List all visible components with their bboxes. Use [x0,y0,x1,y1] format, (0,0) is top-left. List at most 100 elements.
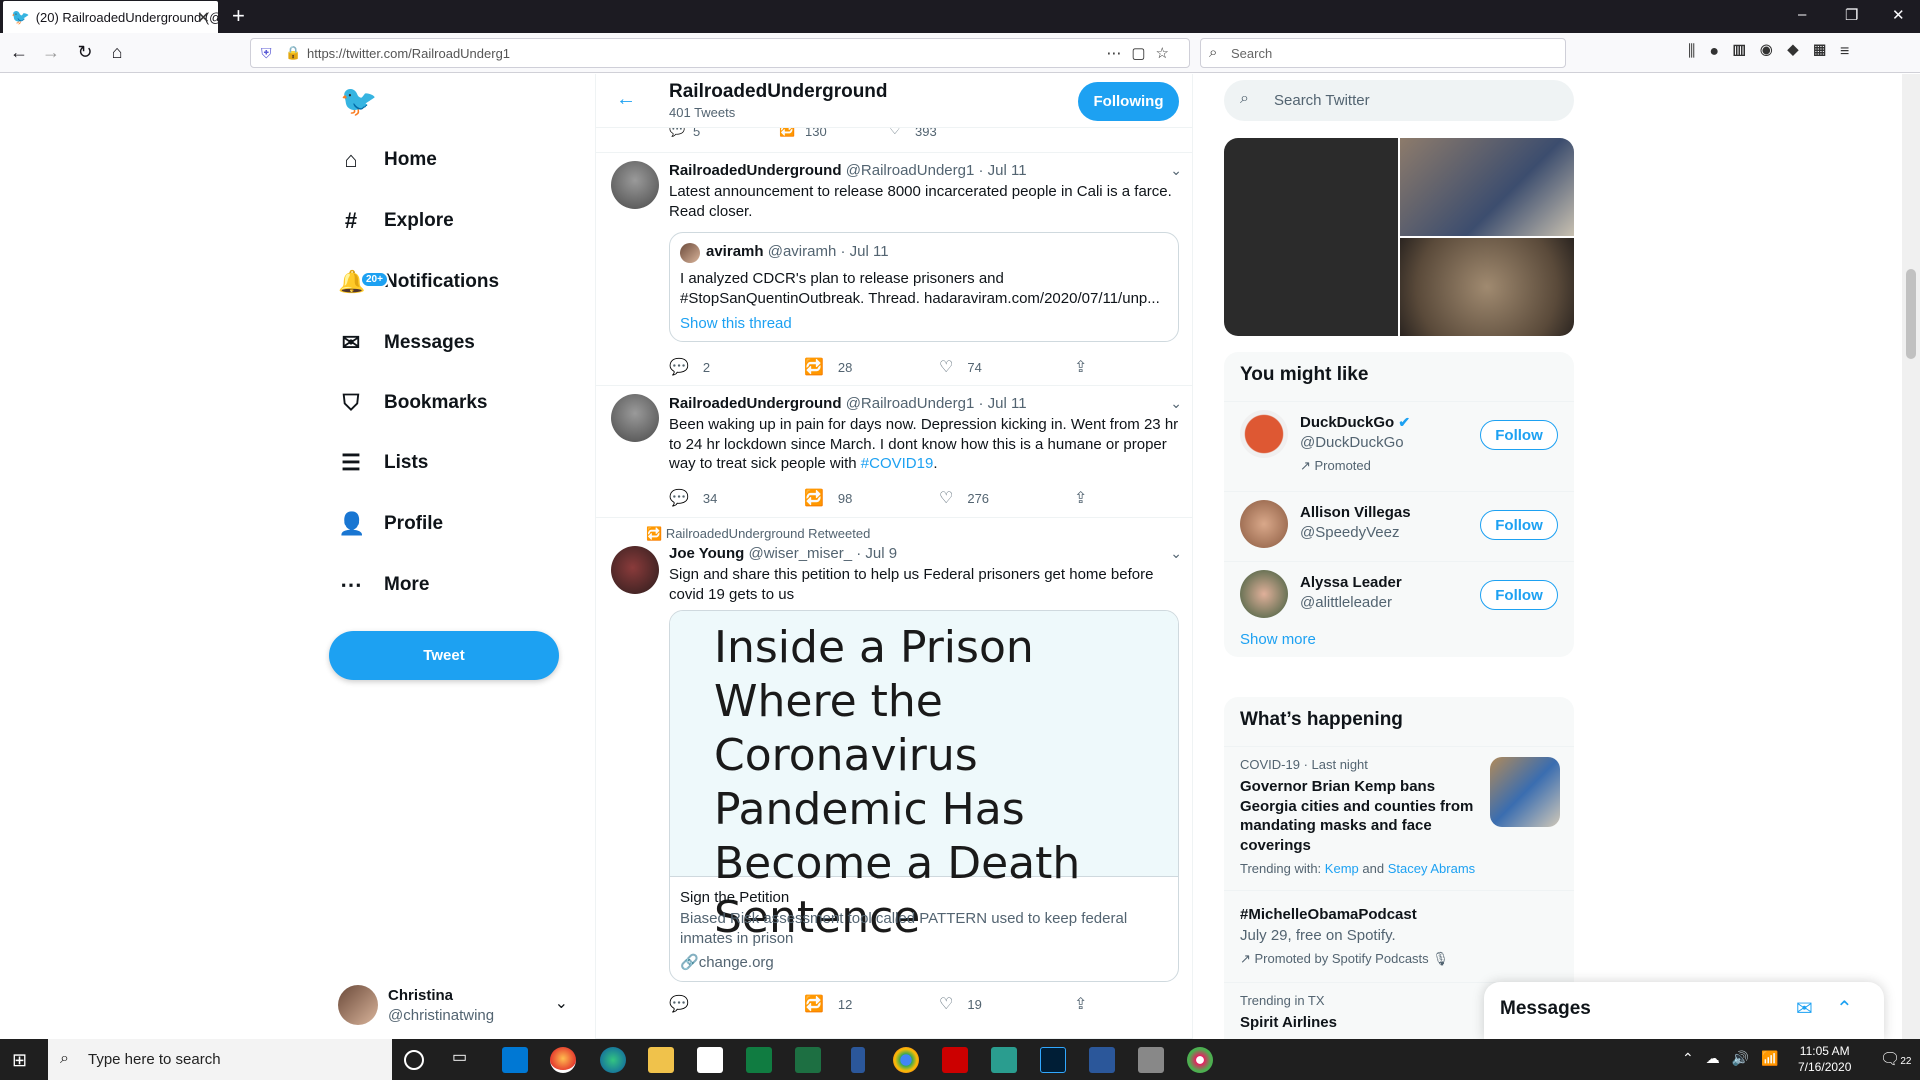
app-icon[interactable] [991,1047,1017,1073]
home-browser-icon[interactable]: ⌂ [106,42,128,63]
nav-messages[interactable]: ✉ Messages [338,319,475,367]
trend-item[interactable]: #MichelleObamaPodcast July 29, free on S… [1224,890,1574,982]
system-tray-icons[interactable]: ⌃☁🔊📶 [1682,1050,1791,1067]
chevron-down-icon[interactable]: ⌄ [1170,545,1182,562]
avatar[interactable] [611,394,659,442]
account-switcher[interactable]: Christina @christinatwing ⌄ [338,979,578,1029]
share-button[interactable]: ⇪ [1074,357,1101,377]
share-button[interactable]: ⇪ [1074,994,1101,1014]
media-thumbnail[interactable] [1224,138,1398,336]
publisher-icon[interactable] [746,1047,772,1073]
reply-button[interactable]: 💬 34 [669,488,717,508]
tweet-date[interactable]: · Jul 11 [979,162,1027,179]
lock-icon[interactable]: 🔒 [285,45,301,61]
suggestion-item[interactable]: Alyssa Leader @alittleleader Follow [1224,561,1574,631]
suggestion-item[interactable]: Allison Villegas @SpeedyVeez Follow [1224,491,1574,561]
url-bar[interactable]: ⛨ 🔒 https://twitter.com/RailroadUnderg1 … [250,38,1190,68]
search-twitter-input[interactable]: ⌕ Search Twitter [1224,80,1574,121]
shield-icon[interactable]: ⛨ [261,45,272,62]
app-icon[interactable] [1138,1047,1164,1073]
messages-drawer[interactable]: Messages ✉ ⌃ [1484,982,1884,1039]
chrome-icon[interactable] [893,1047,919,1073]
new-tab-icon[interactable]: + [232,3,245,29]
taskbar-search-input[interactable]: ⌕ Type here to search [48,1039,392,1080]
tweet[interactable]: 🔁 RailroadedUnderground Retweeted Joe Yo… [596,518,1192,1039]
tweet[interactable]: RailroadedUnderground @RailroadUnderg1 ·… [596,152,1192,386]
suggestion-item[interactable]: DuckDuckGo ✔ @DuckDuckGo ↗ Promoted Foll… [1224,401,1574,491]
file-explorer-icon[interactable] [648,1047,674,1073]
avatar[interactable] [611,546,659,594]
tweet-date[interactable]: · Jul 11 [979,395,1027,412]
tweet-date[interactable]: · Jul 9 [856,545,897,562]
reply-button[interactable]: 💬 2 [669,357,710,377]
show-thread-link[interactable]: Show this thread [680,315,792,332]
forward-icon[interactable]: → [40,42,62,63]
trend-item[interactable]: COVID-19 · Last night Governor Brian Kem… [1224,746,1574,890]
author-name[interactable]: RailroadedUnderground [669,395,842,412]
retweet-button[interactable]: 🔁 98 [804,488,852,508]
retweet-button[interactable]: 🔁 28 [804,357,852,377]
chevron-down-icon[interactable]: ⌄ [1170,162,1182,179]
like-button[interactable]: ♡ 74 [939,357,982,377]
back-icon[interactable]: ← [8,42,30,63]
expand-up-icon[interactable]: ⌃ [1836,996,1853,1021]
action-center-icon[interactable]: 🗨22 [1880,1049,1911,1069]
edge-icon[interactable] [600,1047,626,1073]
twitter-logo-icon[interactable]: 🐦 [340,84,377,119]
tweet-button[interactable]: Tweet [329,631,559,680]
hashtag-link[interactable]: #COVID19 [861,455,934,472]
follow-button[interactable]: Follow [1480,510,1558,540]
close-tab-icon[interactable]: ✕ [197,8,210,28]
trend-link[interactable]: Stacey Abrams [1388,861,1475,876]
page-scrollbar[interactable] [1902,74,1920,1039]
minimize-icon[interactable]: – [1798,6,1806,23]
avatar[interactable] [611,161,659,209]
like-button[interactable]: ♡ 276 [939,488,989,508]
store-icon[interactable] [697,1047,723,1073]
link-card[interactable]: Inside a Prison Where the Coronavirus Pa… [669,610,1179,982]
reply-button[interactable]: 💬 [669,994,703,1014]
author-name[interactable]: Joe Young [669,545,744,562]
trend-link[interactable]: Kemp [1325,861,1359,876]
nav-home[interactable]: ⌂ Home [338,136,436,184]
outlook-icon[interactable] [502,1047,528,1073]
nav-bookmarks[interactable]: ⛉ Bookmarks [338,379,488,427]
scrollbar-thumb[interactable] [1906,269,1916,359]
app-icon[interactable] [1187,1047,1213,1073]
reload-icon[interactable]: ↻ [74,42,96,63]
window-close-icon[interactable]: ✕ [1892,6,1905,24]
nav-explore[interactable]: # Explore [338,197,454,245]
browser-search-input[interactable]: ⌕ Search [1200,38,1566,68]
excel-icon[interactable] [795,1047,821,1073]
task-view-icon[interactable]: ▭ [452,1047,478,1073]
share-button[interactable]: ⇪ [1074,488,1101,508]
cortana-icon[interactable] [404,1050,424,1070]
follow-button[interactable]: Follow [1480,420,1558,450]
word-icon[interactable] [1089,1047,1115,1073]
page-actions-icon[interactable]: ⋯▢☆ [1106,44,1179,62]
browser-tab[interactable]: 🐦 (20) RailroadedUnderground (@ ✕ [3,1,218,33]
restore-icon[interactable]: ❐ [1845,6,1858,24]
nav-lists[interactable]: ☰ Lists [338,439,428,487]
new-message-icon[interactable]: ✉ [1796,996,1813,1021]
profile-media-grid[interactable] [1224,138,1574,336]
author-name[interactable]: RailroadedUnderground [669,162,842,179]
back-arrow-icon[interactable]: ← [616,88,636,111]
firefox-icon[interactable] [550,1047,576,1073]
toolbar-extension-icons[interactable]: ⫼●▥◉◆▦≡ [1688,43,1863,61]
show-more-link[interactable]: Show more [1240,631,1316,648]
like-button[interactable]: ♡ 19 [939,994,982,1014]
taskbar-clock[interactable]: 11:05 AM 7/16/2020 [1798,1043,1851,1075]
windows-start-icon[interactable]: ⊞ [12,1050,27,1071]
chevron-down-icon[interactable]: ⌄ [1170,395,1182,412]
following-button[interactable]: Following [1078,82,1179,121]
tweet[interactable]: RailroadedUnderground @RailroadUnderg1 ·… [596,386,1192,518]
nav-notifications[interactable]: 🔔 20+ Notifications [338,258,499,306]
nav-profile[interactable]: 👤 Profile [338,500,443,548]
photoshop-icon[interactable] [1040,1047,1066,1073]
retweet-button[interactable]: 🔁 12 [804,994,852,1014]
media-thumbnail[interactable] [1400,138,1574,236]
nav-more[interactable]: ⋯ More [338,561,429,609]
media-thumbnail[interactable] [1400,238,1574,336]
quoted-tweet[interactable]: aviramh @aviramh · Jul 11 I analyzed CDC… [669,232,1179,342]
